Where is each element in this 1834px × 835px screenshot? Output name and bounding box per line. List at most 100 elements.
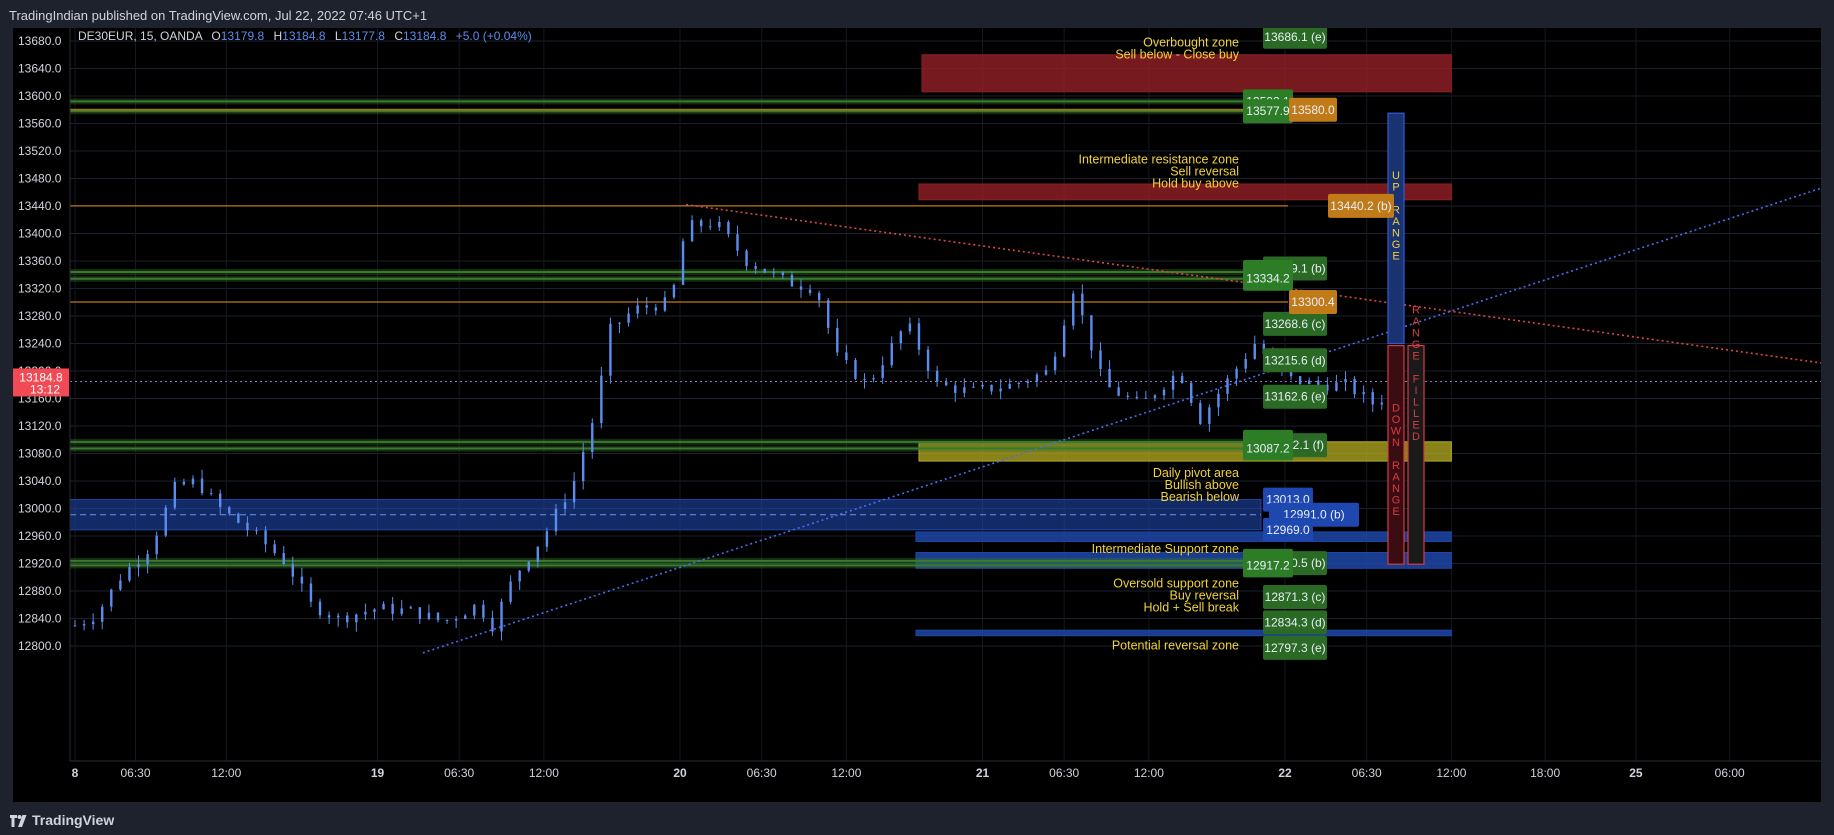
range-bar-char: A — [1392, 472, 1400, 484]
y-tick-label: 13280.0 — [18, 309, 62, 323]
level-label: 13577.9 — [1246, 104, 1290, 118]
x-tick-label: 18:00 — [1530, 766, 1560, 780]
candle-body — [1008, 383, 1011, 389]
candle-body — [355, 614, 358, 623]
x-tick-label: 06:30 — [1352, 766, 1382, 780]
candle-body — [91, 621, 95, 625]
candle-body — [945, 381, 948, 386]
range-bar-char: A — [1392, 216, 1400, 228]
candle-body — [346, 615, 349, 623]
candle-body — [1380, 402, 1383, 405]
y-axis[interactable]: 13680.0 13640.0 13600.0 13560.0 13520.0 13480… — [13, 28, 71, 761]
y-tick-label: 12880.0 — [18, 584, 62, 598]
candle-body — [282, 553, 285, 565]
candle-body — [146, 554, 149, 565]
x-axis[interactable]: 8 06:30 12:00 19 06:30 12:00 20 06:30 12:00 21 06:… — [13, 760, 1821, 802]
y-tick-label: 12960.0 — [18, 529, 62, 543]
pivot-label: 13268.6 (c) — [1265, 317, 1326, 331]
candle-body — [1244, 358, 1247, 369]
x-tick-label: 22 — [1278, 766, 1292, 780]
candle-body — [745, 250, 748, 267]
candle-body — [981, 384, 984, 387]
close-value: 13184.8 — [403, 29, 447, 43]
chart-panel[interactable]: Overbought zone Sell below - Close buy Int… — [13, 28, 1821, 802]
open-value: 13179.8 — [221, 29, 265, 43]
candle-body — [473, 604, 476, 616]
high-value: 13184.8 — [282, 29, 326, 43]
candle-body — [364, 611, 367, 615]
candle-body — [817, 292, 821, 301]
range-bar-char: L — [1413, 397, 1419, 409]
candle-body — [128, 567, 131, 581]
candle-body — [336, 615, 340, 618]
zone-text: Bearish below — [1160, 490, 1239, 504]
range-bar-char: E — [1392, 506, 1399, 518]
zone-text: Hold + Sell break — [1143, 600, 1239, 614]
candle-body — [445, 619, 449, 621]
candle-body — [690, 220, 694, 242]
y-tick-label: 13680.0 — [18, 34, 62, 48]
y-tick-label: 13480.0 — [18, 172, 62, 186]
candle-body — [563, 502, 567, 509]
candle-body — [1235, 368, 1238, 379]
range-bar-char: E — [1412, 351, 1419, 363]
candle-body — [491, 617, 494, 632]
price-chart[interactable]: Overbought zoneSell below - Close buyInt… — [13, 28, 1821, 802]
candle-body — [827, 300, 830, 328]
y-tick-label: 13000.0 — [18, 502, 62, 516]
y-tick-label: 13360.0 — [18, 254, 62, 268]
candle-body — [182, 481, 186, 485]
candle-body — [1090, 315, 1093, 351]
tradingview-logo[interactable]: TradingView — [10, 812, 114, 828]
candle-body — [518, 570, 521, 582]
candle-body — [191, 478, 195, 485]
candle-body — [173, 481, 177, 508]
ohlc-legend: DE30EUR, 15, OANDA O13179.8 H13184.8 L13… — [78, 29, 532, 43]
pivot-label: 13162.6 (e) — [1264, 390, 1325, 404]
candle-body — [482, 604, 485, 618]
low-value: 13177.8 — [342, 29, 386, 43]
orange-level-label: 13440.2 (b) — [1330, 199, 1391, 213]
candle-body — [636, 305, 639, 314]
pivot-label: 13215.6 (d) — [1264, 353, 1325, 367]
x-tick-label: 06:30 — [747, 766, 777, 780]
candle-body — [219, 493, 222, 508]
candle-body — [155, 535, 158, 555]
candle-body — [772, 272, 775, 274]
candle-body — [1026, 381, 1030, 383]
y-tick-label: 13640.0 — [18, 62, 62, 76]
zones — [69, 54, 1452, 637]
candle-body — [1081, 293, 1084, 316]
level-label: 12917.2 — [1246, 558, 1290, 572]
x-tick-label: 19 — [371, 766, 385, 780]
candle-body — [318, 601, 322, 616]
candle-body — [1217, 393, 1220, 408]
candle-body — [1017, 382, 1020, 384]
y-tick-label: 13440.0 — [18, 199, 62, 213]
candle-body — [164, 507, 167, 536]
level-band — [70, 269, 1288, 275]
candle-body — [545, 531, 549, 547]
candle-body — [836, 327, 839, 353]
candle-body — [1062, 325, 1066, 357]
range-bar-char: N — [1392, 228, 1400, 240]
x-tick-label: 06:00 — [1715, 766, 1745, 780]
level-band — [70, 108, 1288, 115]
x-tick-label: 21 — [976, 766, 990, 780]
candle-body — [464, 615, 467, 620]
trendlines — [70, 187, 1821, 654]
close-label: C — [394, 29, 403, 43]
candle-body — [509, 581, 512, 602]
zone-blue — [915, 531, 1452, 542]
candle-body — [872, 378, 875, 380]
level-band — [70, 562, 1288, 569]
candle-body — [82, 624, 86, 626]
level-band — [70, 275, 1288, 282]
candle-body — [1035, 374, 1039, 382]
publish-info: TradingIndian published on TradingView.c… — [9, 8, 428, 23]
level-band — [70, 98, 1288, 105]
candle-body — [237, 513, 240, 523]
candle-body — [1253, 343, 1256, 359]
candle-body — [255, 530, 258, 532]
candle-body — [618, 322, 621, 324]
